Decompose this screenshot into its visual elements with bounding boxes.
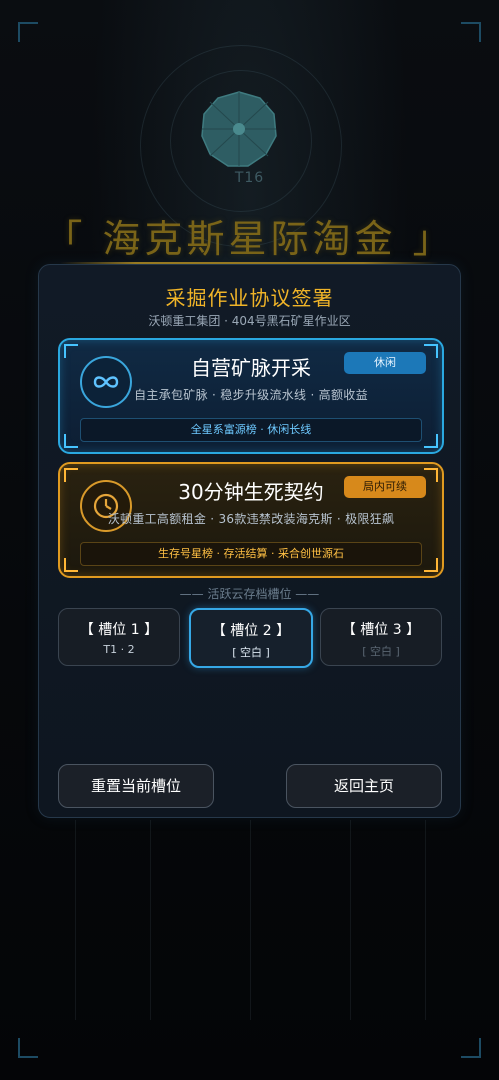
mode-card-contract[interactable]: 30分钟生死契约 局内可续 沃顿重工高额租金 · 36款违禁改装海克斯 · 极限… <box>58 462 444 578</box>
mode-features: 自主承包矿脉 · 稳步升级流水线 · 高额收益 <box>134 388 368 402</box>
slot-label: 【 槽位 2 】 <box>211 623 291 639</box>
slot-info: T1 · 2 <box>103 643 135 656</box>
save-slot-3[interactable]: 【 槽位 3 】 [ 空白 ] <box>320 608 442 666</box>
mode-features: 沃顿重工高额租金 · 36款违禁改装海克斯 · 极限狂飙 <box>107 512 395 526</box>
panel-subtitle: 沃顿重工集团 · 404号黑石矿星作业区 <box>148 314 351 328</box>
frame-corner <box>18 22 38 42</box>
decor-line <box>425 820 426 1020</box>
mode-card-leisure[interactable]: 自营矿脉开采 休闲 自主承包矿脉 · 稳步升级流水线 · 高额收益 全星系富源榜… <box>58 338 444 454</box>
game-title: 「 海克斯星际淘金 」 <box>44 217 455 261</box>
slot-info: [ 空白 ] <box>362 645 400 658</box>
save-slot-1[interactable]: 【 槽位 1 】 T1 · 2 <box>58 608 180 666</box>
frame-corner <box>461 22 481 42</box>
decor-line <box>350 820 351 1020</box>
slot-info: [ 空白 ] <box>232 646 270 659</box>
decor-line <box>150 820 151 1020</box>
card-bracket <box>424 434 438 448</box>
save-slots-header: —— 活跃云存档槽位 —— <box>179 587 320 601</box>
save-slot-2[interactable]: 【 槽位 2 】 [ 空白 ] <box>189 608 313 668</box>
mode-strip: 全星系富源榜 · 休闲长线 <box>80 418 422 442</box>
mode-tag: 休闲 <box>344 352 426 374</box>
planet-emblem-icon <box>201 91 277 167</box>
decor-line <box>75 820 76 1020</box>
mode-tag: 局内可续 <box>344 476 426 498</box>
panel-title: 采掘作业协议签署 <box>165 286 334 310</box>
frame-corner <box>461 1038 481 1058</box>
decor-line <box>250 820 251 1020</box>
card-bracket <box>424 558 438 572</box>
emblem-code: T16 <box>234 170 265 186</box>
frame-corner <box>18 1038 38 1058</box>
slot-label: 【 槽位 3 】 <box>341 622 421 638</box>
card-bracket <box>64 434 78 448</box>
return-home-button[interactable]: 返回主页 <box>286 764 442 808</box>
mode-strip: 生存号星榜 · 存活结算 · 采合创世源石 <box>80 542 422 566</box>
card-bracket <box>64 558 78 572</box>
slot-label: 【 槽位 1 】 <box>79 622 159 638</box>
reset-slot-button[interactable]: 重置当前槽位 <box>58 764 214 808</box>
